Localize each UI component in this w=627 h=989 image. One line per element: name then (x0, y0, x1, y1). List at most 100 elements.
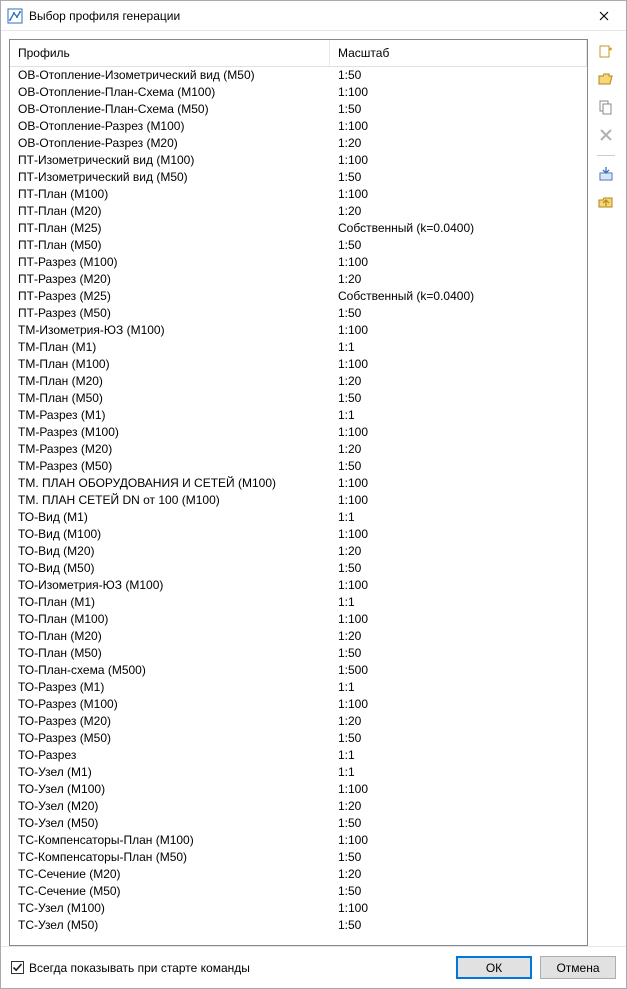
table-row[interactable]: ПТ-Разрез (M20)1:20 (10, 271, 587, 288)
table-row[interactable]: ТО-Узел (M20)1:20 (10, 798, 587, 815)
table-row[interactable]: ТМ-Разрез (M100)1:100 (10, 424, 587, 441)
table-row[interactable]: ТМ-План (M1)1:1 (10, 339, 587, 356)
table-row[interactable]: ПТ-Разрез (M50)1:50 (10, 305, 587, 322)
table-row[interactable]: ОВ-Отопление-План-Схема (M100)1:100 (10, 84, 587, 101)
cell-profile: ТО-Разрез (10, 747, 330, 764)
table-row[interactable]: ТО-Изометрия-ЮЗ (M100)1:100 (10, 577, 587, 594)
table-row[interactable]: ТО-План (M1)1:1 (10, 594, 587, 611)
cell-scale: 1:100 (330, 424, 587, 441)
cell-scale: 1:50 (330, 730, 587, 747)
table-row[interactable]: ТО-Разрез (M1)1:1 (10, 679, 587, 696)
open-button[interactable] (595, 69, 617, 91)
table-row[interactable]: ОВ-Отопление-План-Схема (M50)1:50 (10, 101, 587, 118)
cell-scale: 1:20 (330, 713, 587, 730)
table-body[interactable]: ОВ-Отопление-Изометрический вид (M50)1:5… (10, 67, 587, 945)
table-row[interactable]: ОВ-Отопление-Изометрический вид (M50)1:5… (10, 67, 587, 84)
table-row[interactable]: ТС-Компенсаторы-План (M100)1:100 (10, 832, 587, 849)
checkbox-box (11, 961, 24, 974)
table-row[interactable]: ТС-Сечение (M20)1:20 (10, 866, 587, 883)
cell-profile: ТО-План (M50) (10, 645, 330, 662)
cell-scale: 1:1 (330, 594, 587, 611)
cell-scale: 1:20 (330, 628, 587, 645)
table-row[interactable]: ТМ-План (M50)1:50 (10, 390, 587, 407)
cell-scale: 1:100 (330, 611, 587, 628)
table-row[interactable]: ТО-Разрез (M50)1:50 (10, 730, 587, 747)
cell-scale: 1:500 (330, 662, 587, 679)
table-row[interactable]: ТМ. ПЛАН СЕТЕЙ DN от 100 (M100)1:100 (10, 492, 587, 509)
table-row[interactable]: ТС-Сечение (M50)1:50 (10, 883, 587, 900)
cell-profile: ТО-Узел (M1) (10, 764, 330, 781)
table-row[interactable]: ТМ-План (M100)1:100 (10, 356, 587, 373)
table-row[interactable]: ТО-Узел (M100)1:100 (10, 781, 587, 798)
cell-scale: 1:50 (330, 169, 587, 186)
cell-profile: ПТ-Разрез (M25) (10, 288, 330, 305)
table-row[interactable]: ТМ-Изометрия-ЮЗ (M100)1:100 (10, 322, 587, 339)
table-row[interactable]: ТМ. ПЛАН ОБОРУДОВАНИЯ И СЕТЕЙ (M100)1:10… (10, 475, 587, 492)
cell-scale: 1:1 (330, 747, 587, 764)
table-row[interactable]: ТО-Узел (M1)1:1 (10, 764, 587, 781)
copy-button[interactable] (595, 97, 617, 119)
cell-scale: 1:1 (330, 339, 587, 356)
cell-scale: 1:50 (330, 645, 587, 662)
table-row[interactable]: ТМ-Разрез (M1)1:1 (10, 407, 587, 424)
header-scale[interactable]: Масштаб (330, 40, 587, 66)
table-row[interactable]: ОВ-Отопление-Разрез (M20)1:20 (10, 135, 587, 152)
cell-profile: ТМ-План (M50) (10, 390, 330, 407)
table-row[interactable]: ТО-Вид (M20)1:20 (10, 543, 587, 560)
cell-scale: 1:50 (330, 67, 587, 84)
table-row[interactable]: ПТ-Изометрический вид (M100)1:100 (10, 152, 587, 169)
table-row[interactable]: ТО-Вид (M50)1:50 (10, 560, 587, 577)
table-row[interactable]: ТМ-Разрез (M20)1:20 (10, 441, 587, 458)
cell-profile: ТС-Сечение (M20) (10, 866, 330, 883)
header-profile[interactable]: Профиль (10, 40, 330, 66)
cell-scale: 1:1 (330, 407, 587, 424)
cell-scale: 1:50 (330, 815, 587, 832)
export-button[interactable] (595, 192, 617, 214)
cell-profile: ТМ-План (M1) (10, 339, 330, 356)
import-button[interactable] (595, 164, 617, 186)
window-title: Выбор профиля генерации (29, 9, 581, 23)
table-row[interactable]: ТО-Разрез (M20)1:20 (10, 713, 587, 730)
table-row[interactable]: ПТ-План (M20)1:20 (10, 203, 587, 220)
ok-button[interactable]: ОК (456, 956, 532, 979)
cell-scale: 1:1 (330, 679, 587, 696)
table-row[interactable]: ТО-Вид (M1)1:1 (10, 509, 587, 526)
cell-profile: ОВ-Отопление-План-Схема (M100) (10, 84, 330, 101)
table-row[interactable]: ТО-План-схема (M500)1:500 (10, 662, 587, 679)
side-toolbar (592, 39, 620, 946)
table-row[interactable]: ТО-Разрез (M100)1:100 (10, 696, 587, 713)
cell-profile: ТО-Вид (M50) (10, 560, 330, 577)
cell-scale: 1:100 (330, 254, 587, 271)
new-button[interactable] (595, 41, 617, 63)
table-row[interactable]: ТМ-План (M20)1:20 (10, 373, 587, 390)
table-row[interactable]: ПТ-План (M50)1:50 (10, 237, 587, 254)
always-show-checkbox[interactable]: Всегда показывать при старте команды (11, 961, 448, 975)
cell-profile: ТМ-Разрез (M1) (10, 407, 330, 424)
table-row[interactable]: ТО-Разрез1:1 (10, 747, 587, 764)
cell-profile: ПТ-План (M25) (10, 220, 330, 237)
close-button[interactable] (581, 1, 626, 31)
footer: Всегда показывать при старте команды ОК … (1, 946, 626, 988)
table-row[interactable]: ТС-Компенсаторы-План (M50)1:50 (10, 849, 587, 866)
cell-scale: 1:50 (330, 849, 587, 866)
table-row[interactable]: ТС-Узел (M50)1:50 (10, 917, 587, 934)
table-row[interactable]: ТО-План (M50)1:50 (10, 645, 587, 662)
cancel-button[interactable]: Отмена (540, 956, 616, 979)
table-row[interactable]: ПТ-Разрез (M25)Собственный (k=0.0400) (10, 288, 587, 305)
content-row: Профиль Масштаб ОВ-Отопление-Изометричес… (1, 31, 626, 946)
table-row[interactable]: ПТ-Разрез (M100)1:100 (10, 254, 587, 271)
table-row[interactable]: ТО-Узел (M50)1:50 (10, 815, 587, 832)
cell-scale: 1:100 (330, 118, 587, 135)
cell-profile: ТО-Разрез (M1) (10, 679, 330, 696)
table-row[interactable]: ПТ-План (M25)Собственный (k=0.0400) (10, 220, 587, 237)
table-row[interactable]: ОВ-Отопление-Разрез (M100)1:100 (10, 118, 587, 135)
cell-scale: 1:100 (330, 832, 587, 849)
table-row[interactable]: ПТ-Изометрический вид (M50)1:50 (10, 169, 587, 186)
table-row[interactable]: ТО-План (M20)1:20 (10, 628, 587, 645)
table-row[interactable]: ТМ-Разрез (M50)1:50 (10, 458, 587, 475)
table-row[interactable]: ТО-Вид (M100)1:100 (10, 526, 587, 543)
table-row[interactable]: ТС-Узел (M100)1:100 (10, 900, 587, 917)
table-row[interactable]: ТО-План (M100)1:100 (10, 611, 587, 628)
table-header: Профиль Масштаб (10, 40, 587, 67)
table-row[interactable]: ПТ-План (M100)1:100 (10, 186, 587, 203)
